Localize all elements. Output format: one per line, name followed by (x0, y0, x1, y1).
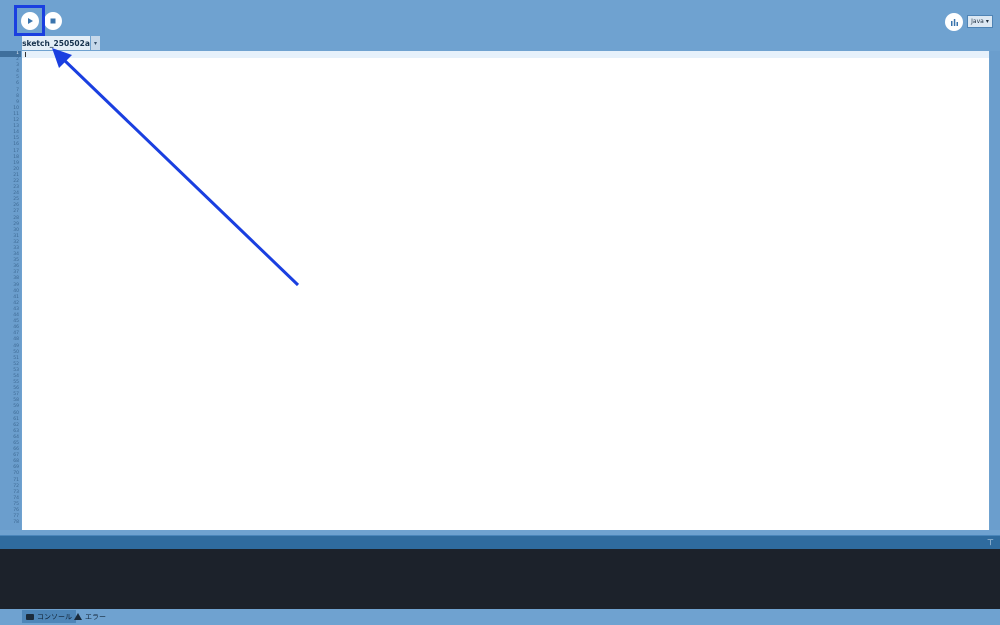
warning-icon (74, 613, 82, 620)
console-output[interactable] (0, 549, 1000, 609)
stop-icon (50, 18, 56, 24)
current-line-highlight (22, 51, 989, 58)
debugger-button[interactable] (945, 13, 963, 31)
collapse-icon[interactable]: ⊤ (987, 538, 994, 547)
bottom-tab-bar: コンソール エラー (0, 609, 1000, 625)
debugger-icon (950, 18, 958, 26)
line-number: 78 (13, 520, 19, 526)
console-icon (26, 613, 34, 620)
text-caret (25, 52, 26, 57)
stop-button[interactable] (44, 12, 62, 30)
line-number-gutter: 1 2 3 4 5 6 7 8 9 10 11 12 13 14 15 16 17 18 19 20 21 22 23 24 2… (0, 51, 21, 530)
mode-label: Java (971, 18, 984, 25)
run-button-highlight (14, 5, 45, 36)
tab-console-label: コンソール (37, 612, 72, 621)
chevron-down-icon: ▾ (93, 39, 97, 47)
tab-errors[interactable]: エラー (70, 610, 110, 623)
chevron-down-icon: ▾ (985, 18, 989, 25)
toolbar: Java ▾ (0, 0, 1000, 38)
tab-errors-label: エラー (85, 612, 106, 621)
tab-sketch[interactable]: sketch_250502a (22, 36, 90, 50)
mode-selector[interactable]: Java ▾ (967, 15, 993, 28)
console-divider[interactable]: ⊤ (0, 535, 1000, 549)
tab-label: sketch_250502a (22, 38, 90, 48)
editor-scrollbar[interactable] (990, 51, 1000, 530)
tab-console[interactable]: コンソール (22, 610, 76, 623)
code-editor[interactable] (22, 51, 989, 530)
tab-menu-button[interactable]: ▾ (91, 36, 100, 50)
